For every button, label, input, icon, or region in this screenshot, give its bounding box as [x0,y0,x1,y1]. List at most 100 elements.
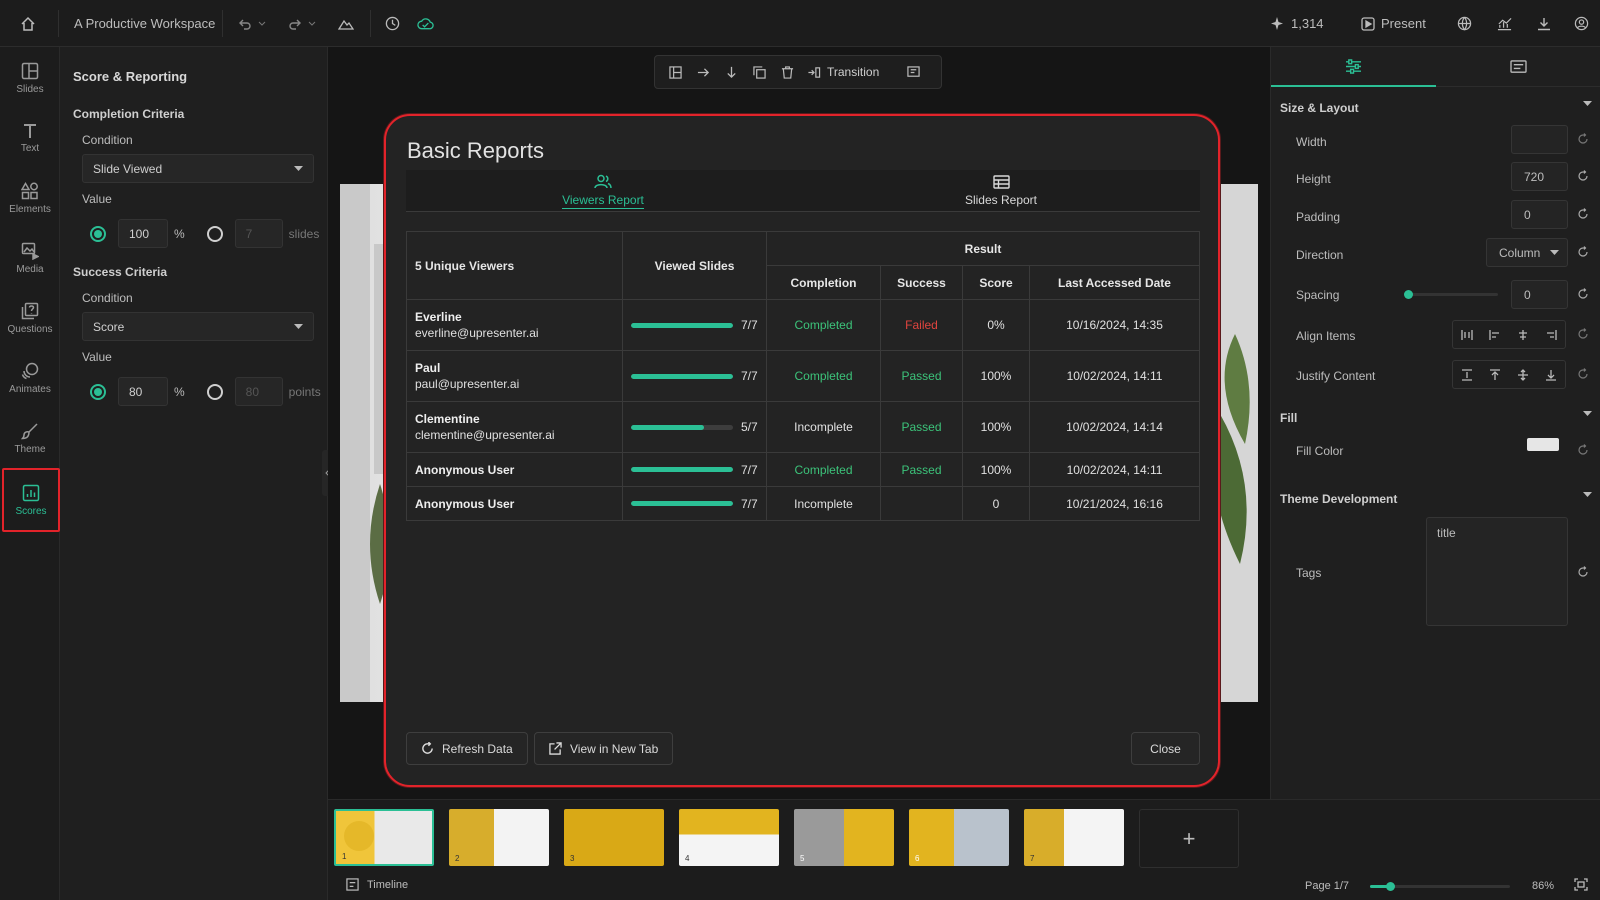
slide-thumbnail[interactable]: 1 [334,809,434,866]
slide-thumbnail[interactable]: 2 [449,809,549,866]
reset-icon[interactable] [1577,246,1589,258]
justify-end-icon[interactable] [1545,369,1557,381]
justify-between-icon[interactable] [1461,368,1473,381]
slider-handle[interactable] [1404,290,1413,299]
transition-button[interactable]: Transition [807,65,899,79]
brush-icon [21,422,38,439]
add-slide-button[interactable]: + [1139,809,1239,868]
size-layout-section-header[interactable]: Size & Layout [1280,101,1592,115]
duplicate-button[interactable] [745,65,773,79]
reset-icon[interactable] [1577,133,1589,145]
success-percent-radio[interactable] [90,383,106,400]
justify-center-icon[interactable] [1517,368,1529,381]
success-points-radio[interactable] [206,383,223,400]
success-criteria-heading: Success Criteria [73,265,168,279]
rail-item-animates[interactable]: Animates [0,349,60,407]
credits-counter[interactable]: 1,314 [1271,0,1324,47]
publish-button[interactable] [1457,0,1472,47]
success-cell: Passed [880,401,963,453]
completion-count-input[interactable]: 7 [234,219,283,248]
rail-item-scores[interactable]: Scores [2,468,60,532]
align-items-label: Align Items [1296,329,1356,343]
undo-button[interactable] [238,0,266,47]
spacing-slider[interactable] [1404,290,1498,299]
success-points-input[interactable]: 80 [234,377,283,406]
analytics-button[interactable] [1497,0,1512,47]
reset-icon[interactable] [1577,328,1589,340]
tab-design[interactable] [1271,47,1436,87]
rail-item-questions[interactable]: Questions [0,289,60,347]
direction-select[interactable]: Column [1486,238,1568,267]
justify-start-icon[interactable] [1489,368,1501,381]
delete-button[interactable] [773,65,801,79]
success-cell: Passed [880,350,963,402]
move-next-button[interactable] [689,66,717,79]
fill-color-swatch[interactable] [1527,438,1559,451]
success-percent-input[interactable]: 80 [118,377,168,406]
rail-item-theme[interactable]: Theme [0,409,60,467]
move-down-button[interactable] [717,66,745,79]
table-row[interactable]: Anonymous User 7/7 Incomplete 0 10/21/20… [406,486,1200,521]
zoom-slider[interactable] [1370,882,1510,891]
tab-comments[interactable] [1436,47,1600,87]
padding-input[interactable]: 0 [1511,200,1568,229]
refresh-data-button[interactable]: Refresh Data [406,732,528,765]
close-button[interactable]: Close [1131,732,1200,765]
rail-item-media[interactable]: Media [0,229,60,287]
success-condition-select[interactable]: Score [82,312,314,341]
table-row[interactable]: Everline everline@upresenter.ai 7/7 Compl… [406,299,1200,351]
rail-item-slides[interactable]: Slides [0,49,60,107]
present-button[interactable]: Present [1361,0,1426,47]
slide-thumbnail[interactable]: 3 [564,809,664,866]
slider-handle[interactable] [1385,882,1395,891]
layout-button[interactable] [661,65,689,79]
completion-percent-radio[interactable] [90,225,106,242]
notes-button[interactable] [899,65,927,79]
fill-section-header[interactable]: Fill [1280,411,1592,425]
slide-thumbnail[interactable]: 6 [909,809,1009,866]
spacing-input[interactable]: 0 [1511,280,1568,309]
completion-percent-input[interactable]: 100 [118,219,168,248]
left-rail: Slides Text Elements Media Questions Ani… [0,47,60,900]
download-button[interactable] [1537,0,1551,47]
completion-count-radio[interactable] [206,225,223,242]
table-row[interactable]: Anonymous User 7/7 Completed Passed 100%… [406,452,1200,487]
reset-icon[interactable] [1577,288,1589,300]
align-end-icon[interactable] [1545,329,1557,341]
date-cell: 10/16/2024, 14:35 [1029,299,1200,351]
redo-button[interactable] [288,0,316,47]
timeline-button[interactable]: Timeline [346,878,408,891]
reset-icon[interactable] [1577,368,1589,380]
view-in-new-tab-button[interactable]: View in New Tab [534,732,674,765]
fit-screen-button[interactable] [1574,878,1588,891]
slide-strip: 1 2 3 4 5 6 7 + Timeline Page 1/7 86% [328,799,1600,900]
history-button[interactable] [385,0,400,47]
caret-down-icon [1583,492,1592,497]
reset-icon[interactable] [1577,444,1589,456]
slide-thumbnail[interactable]: 5 [794,809,894,866]
tags-textarea[interactable]: title [1426,517,1568,626]
reset-icon[interactable] [1577,208,1589,220]
completion-column-header: Completion [766,265,881,300]
align-center-icon[interactable] [1517,329,1529,341]
slide-thumbnail[interactable]: 7 [1024,809,1124,866]
home-button[interactable] [20,0,36,47]
theme-development-section-header[interactable]: Theme Development [1280,492,1592,506]
tab-slides-report[interactable]: Slides Report [916,170,1086,212]
reset-icon[interactable] [1577,566,1589,578]
completion-condition-select[interactable]: Slide Viewed [82,154,314,183]
table-row[interactable]: Clementine clementine@upresenter.ai 5/7 I… [406,401,1200,453]
reset-icon[interactable] [1577,170,1589,182]
account-button[interactable] [1574,0,1589,47]
rail-item-text[interactable]: Text [0,109,60,167]
workspace-title[interactable]: A Productive Workspace [74,0,215,47]
tab-viewers-report[interactable]: Viewers Report [518,170,688,212]
rail-item-elements[interactable]: Elements [0,169,60,227]
height-input[interactable]: 720 [1511,162,1568,191]
width-input[interactable] [1511,125,1568,154]
mountain-button[interactable] [338,0,354,47]
align-stretch-icon[interactable] [1461,329,1473,341]
table-row[interactable]: Paul paul@upresenter.ai 7/7 Completed Pas… [406,350,1200,402]
slide-thumbnail[interactable]: 4 [679,809,779,866]
align-start-icon[interactable] [1489,329,1501,341]
